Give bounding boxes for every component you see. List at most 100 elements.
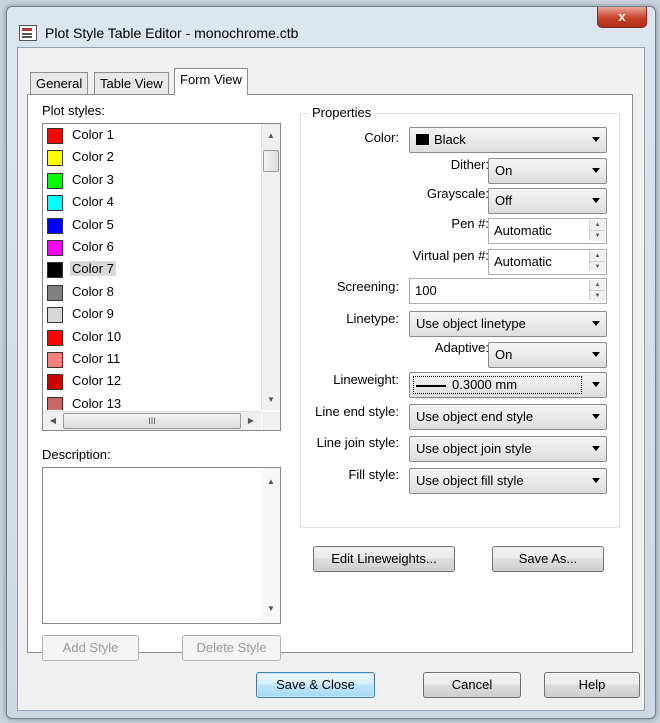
list-item[interactable]: Color 1 [43, 124, 261, 146]
list-item[interactable]: Color 12 [43, 370, 261, 392]
tab-form-view[interactable]: Form View [174, 68, 248, 95]
list-item-label: Color 10 [72, 328, 122, 344]
close-button[interactable]: x [597, 7, 647, 28]
adaptive-dropdown[interactable]: On [488, 342, 607, 368]
dither-dropdown[interactable]: On [488, 158, 607, 184]
plot-styles-listbox[interactable]: Color 1 Color 2 Color 3 Color 4 Color 5 Color… [42, 123, 281, 431]
scroll-left-arrow-icon[interactable]: ◀ [45, 413, 61, 429]
list-item-label: Color 4 [72, 194, 114, 210]
linetype-value: Use object linetype [416, 316, 526, 331]
line-join-style-dropdown[interactable]: Use object join style [409, 436, 607, 462]
save-as-button[interactable]: Save As... [492, 546, 604, 572]
desc-scroll-down-arrow-icon[interactable]: ▼ [263, 601, 279, 617]
scroll-up-arrow-icon[interactable]: ▲ [263, 128, 279, 144]
line-join-style-value: Use object join style [416, 441, 532, 456]
list-item[interactable]: Color 11 [43, 348, 261, 370]
color-swatch-icon [47, 172, 63, 189]
tab-general[interactable]: General [30, 72, 89, 95]
horizontal-scroll-thumb[interactable]: III [63, 413, 241, 429]
plot-style-table-editor-window: Plot Style Table Editor - monochrome.ctb… [6, 6, 656, 719]
save-close-button[interactable]: Save & Close [256, 672, 375, 698]
form-view-panel: Plot styles: Color 1 Color 2 Color 3 Color … [27, 94, 633, 661]
color-swatch-icon [47, 150, 63, 167]
description-textarea[interactable]: ▲ ▼ [42, 467, 281, 624]
color-swatch-icon [47, 284, 63, 301]
list-item[interactable]: Color 9 [43, 303, 261, 325]
screening-spinner[interactable]: 100 ▲ ▼ [409, 278, 607, 304]
spin-down-icon[interactable]: ▼ [590, 290, 605, 301]
list-item[interactable]: Color 7 [43, 258, 261, 280]
color-swatch-icon [47, 374, 63, 391]
dither-value: On [495, 163, 513, 178]
virtual-pen-label: Virtual pen #: [412, 248, 489, 263]
adaptive-label: Adaptive: [434, 340, 489, 355]
list-item[interactable]: Color 6 [43, 236, 261, 258]
list-item-label: Color 8 [72, 283, 114, 299]
linetype-label: Linetype: [346, 311, 399, 326]
add-style-button[interactable]: Add Style [42, 635, 139, 661]
vertical-scroll-thumb[interactable] [263, 150, 279, 172]
spin-up-icon[interactable]: ▲ [590, 220, 605, 230]
delete-style-button[interactable]: Delete Style [182, 635, 281, 661]
grayscale-label: Grayscale: [426, 186, 489, 201]
pen-spin-buttons: ▲ ▼ [589, 220, 605, 241]
grayscale-dropdown[interactable]: Off [488, 188, 607, 214]
screening-value: 100 [415, 283, 437, 298]
list-item[interactable]: Color 5 [43, 214, 261, 236]
chevron-down-icon [592, 382, 600, 387]
desc-scroll-up-arrow-icon[interactable]: ▲ [263, 474, 279, 490]
edit-lineweights-button[interactable]: Edit Lineweights... [313, 546, 455, 572]
spin-up-icon[interactable]: ▲ [590, 280, 605, 290]
color-dropdown[interactable]: Black [409, 127, 607, 153]
list-item-label: Color 3 [72, 171, 114, 187]
line-end-style-dropdown[interactable]: Use object end style [409, 404, 607, 430]
list-item[interactable]: Color 10 [43, 326, 261, 348]
lineweight-sample-icon [416, 384, 446, 387]
cancel-button[interactable]: Cancel [423, 672, 521, 698]
adaptive-value: On [495, 347, 513, 362]
plot-styles-items: Color 1 Color 2 Color 3 Color 4 Color 5 Color… [43, 124, 261, 410]
spin-up-icon[interactable]: ▲ [590, 251, 605, 261]
color-swatch-icon [416, 134, 429, 145]
description-scrollbar[interactable]: ▲ ▼ [262, 468, 280, 623]
color-swatch-icon [47, 128, 63, 144]
lineweight-dropdown[interactable]: 0.3000 mm [409, 372, 607, 398]
line-end-style-value: Use object end style [416, 409, 534, 424]
plot-style-app-icon [19, 25, 37, 41]
listbox-horizontal-scrollbar[interactable]: ◀ III ▶ [43, 411, 261, 430]
spin-down-icon[interactable]: ▼ [590, 230, 605, 241]
color-swatch-icon [47, 239, 63, 256]
list-item[interactable]: Color 4 [43, 191, 261, 213]
grayscale-value: Off [495, 193, 513, 208]
list-item-label: Color 7 [70, 261, 116, 277]
linetype-dropdown[interactable]: Use object linetype [409, 311, 607, 337]
scroll-down-arrow-icon[interactable]: ▼ [263, 392, 279, 408]
chevron-down-icon [592, 321, 600, 326]
fill-style-dropdown[interactable]: Use object fill style [409, 468, 607, 494]
list-item[interactable]: Color 2 [43, 146, 261, 168]
spin-down-icon[interactable]: ▼ [590, 261, 605, 272]
scroll-right-arrow-icon[interactable]: ▶ [243, 413, 259, 429]
fill-style-value: Use object fill style [416, 473, 524, 488]
screening-spin-buttons: ▲ ▼ [589, 280, 605, 301]
list-item[interactable]: Color 13 [43, 393, 261, 410]
dither-label: Dither: [450, 157, 489, 172]
lineweight-label: Lineweight: [333, 372, 399, 387]
list-item-label: Color 11 [72, 350, 121, 366]
virtual-pen-spinner[interactable]: Automatic ▲ ▼ [488, 249, 607, 275]
list-item[interactable]: Color 8 [43, 281, 261, 303]
pen-number-value: Automatic [494, 223, 552, 238]
virtual-pen-spin-buttons: ▲ ▼ [589, 251, 605, 272]
color-swatch-icon [47, 195, 63, 212]
tab-table-view[interactable]: Table View [94, 72, 169, 95]
virtual-pen-value: Automatic [494, 254, 552, 269]
pen-number-spinner[interactable]: Automatic ▲ ▼ [488, 218, 607, 244]
fill-style-label: Fill style: [348, 467, 399, 482]
listbox-vertical-scrollbar[interactable]: ▲ ▼ [261, 124, 280, 410]
help-button[interactable]: Help [544, 672, 640, 698]
chevron-down-icon [592, 198, 600, 203]
list-item[interactable]: Color 3 [43, 169, 261, 191]
list-item-label: Color 5 [72, 216, 114, 232]
screening-label: Screening: [336, 279, 399, 294]
plot-styles-label: Plot styles: [42, 103, 105, 118]
